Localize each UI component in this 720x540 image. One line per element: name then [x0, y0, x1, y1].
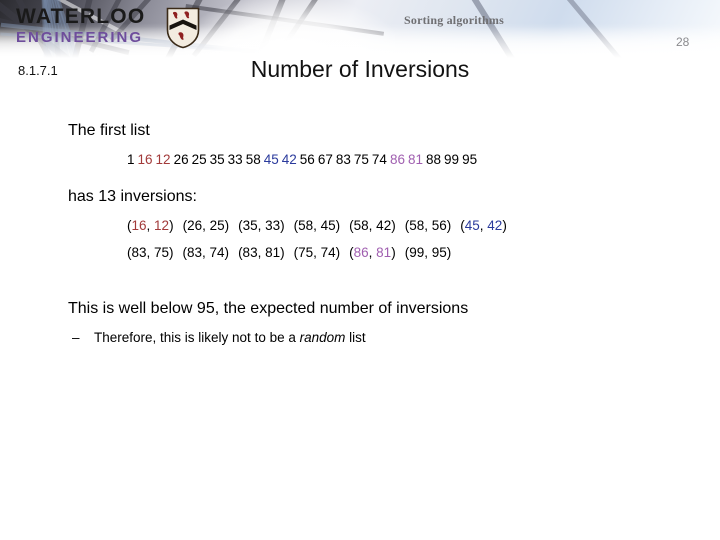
- sub-bullet-text-post: list: [345, 330, 366, 345]
- inversion-pair: (86, 81): [349, 245, 396, 260]
- sequence-number: 16: [137, 152, 153, 167]
- inversion-pair: (75, 74): [293, 245, 341, 260]
- sequence-number: 42: [281, 152, 297, 167]
- sequence-number: 74: [371, 152, 387, 167]
- page-title: Number of Inversions: [250, 56, 470, 82]
- conclusion-text: This is well below 95, the expected numb…: [68, 300, 469, 317]
- sequence-number: 88: [426, 152, 442, 167]
- sequence-number: 83: [335, 152, 351, 167]
- inversion-pair: (45, 42): [460, 218, 507, 233]
- sub-bullet-dash: –: [72, 330, 80, 345]
- sequence-number: 56: [299, 152, 315, 167]
- inversion-count-text: has 13 inversions:: [68, 188, 197, 205]
- sequence-number: 86: [389, 152, 405, 167]
- number-sequence: 1 16 12 26 25 35 33 58 45 42 56 67 83 75 74 86 81 88 99 95: [127, 150, 720, 170]
- sequence-number: 95: [462, 152, 478, 167]
- sequence-number: 75: [353, 152, 369, 167]
- inversion-pair: (35, 33): [238, 218, 285, 233]
- inversion-pair: (83, 75): [127, 245, 174, 260]
- sequence-number: 67: [317, 152, 333, 167]
- slide-body: The first list 1 16 12 26 25 35 33 58 45 42 56 67 83…: [0, 118, 720, 348]
- sequence-number: 33: [227, 152, 243, 167]
- inversion-pair: (58, 42): [349, 218, 396, 233]
- sequence-number: 35: [209, 152, 225, 167]
- waterloo-shield-crest-icon: [166, 7, 200, 49]
- inversion-pair: (26, 25): [182, 218, 230, 233]
- inversion-pair: (16, 12): [127, 218, 174, 233]
- inversion-pair: (83, 74): [182, 245, 230, 260]
- sequence-number: 58: [245, 152, 261, 167]
- inversion-pair: (99, 95): [404, 245, 452, 260]
- inversion-pairs-row: (16, 12) (26, 25) (35, 33) (58, 45) (58, 42)…: [127, 215, 720, 237]
- inversion-pair: (58, 56): [404, 218, 452, 233]
- sub-bullet-text-italic: random: [299, 330, 346, 345]
- page-number: 28: [676, 35, 690, 49]
- intro-text: The first list: [68, 122, 150, 139]
- sub-bullet: – Therefore, this is likely not to be a r…: [72, 328, 720, 348]
- sequence-number: 26: [173, 152, 189, 167]
- inversion-pairs-row: (83, 75) (83, 74) (83, 81) (75, 74) (86, 81)…: [127, 242, 720, 264]
- sequence-number: 12: [155, 152, 171, 167]
- sequence-number: 1: [127, 152, 135, 167]
- sequence-number: 81: [407, 152, 424, 167]
- inversion-pair: (83, 81): [238, 245, 285, 260]
- sequence-number: 25: [191, 152, 207, 167]
- inversion-pair: (58, 45): [293, 218, 341, 233]
- header-banner: WATERLOO ENGINEERING Sorting algorithms …: [0, 0, 720, 58]
- sequence-number: 99: [444, 152, 460, 167]
- sub-bullet-text-pre: Therefore, this is likely not to be a: [94, 330, 300, 345]
- sequence-number: 45: [263, 152, 279, 167]
- course-label: Sorting algorithms: [404, 13, 504, 27]
